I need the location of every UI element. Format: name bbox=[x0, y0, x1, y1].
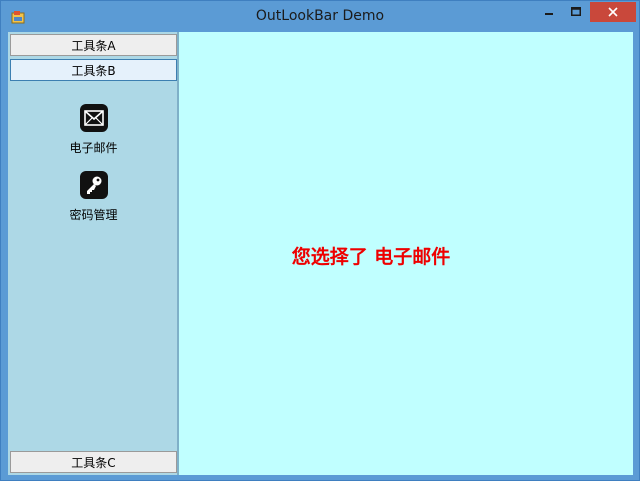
bar-item-password[interactable]: 密码管理 bbox=[10, 171, 177, 231]
close-icon bbox=[608, 7, 618, 17]
toolbar-c-button[interactable]: 工具条C bbox=[10, 451, 177, 473]
bar-item-email[interactable]: 电子邮件 bbox=[10, 104, 177, 164]
envelope-icon bbox=[79, 104, 108, 132]
bar-item-email-label: 电子邮件 bbox=[69, 141, 118, 155]
client-area: 工具条A 工具条B 电子邮件 密码管理 工具条C 您选择了 电子邮件 bbox=[8, 32, 633, 475]
maximize-button[interactable] bbox=[563, 1, 589, 23]
minimize-icon bbox=[545, 13, 553, 15]
minimize-button[interactable] bbox=[536, 1, 562, 23]
app-window: OutLookBar Demo 工具条A 工具条B 电子邮件 密码管理 工具条C… bbox=[0, 0, 640, 481]
key-icon bbox=[79, 171, 108, 199]
title-bar[interactable]: OutLookBar Demo bbox=[1, 1, 639, 32]
toolbar-b-button[interactable]: 工具条B bbox=[10, 59, 177, 81]
maximize-icon bbox=[571, 7, 581, 16]
outlook-bar: 工具条A 工具条B 电子邮件 密码管理 工具条C bbox=[8, 32, 179, 475]
bar-item-password-label: 密码管理 bbox=[69, 208, 118, 222]
selection-message: 您选择了 电子邮件 bbox=[291, 246, 451, 268]
toolbar-a-button[interactable]: 工具条A bbox=[10, 34, 177, 56]
close-button[interactable] bbox=[590, 2, 636, 22]
